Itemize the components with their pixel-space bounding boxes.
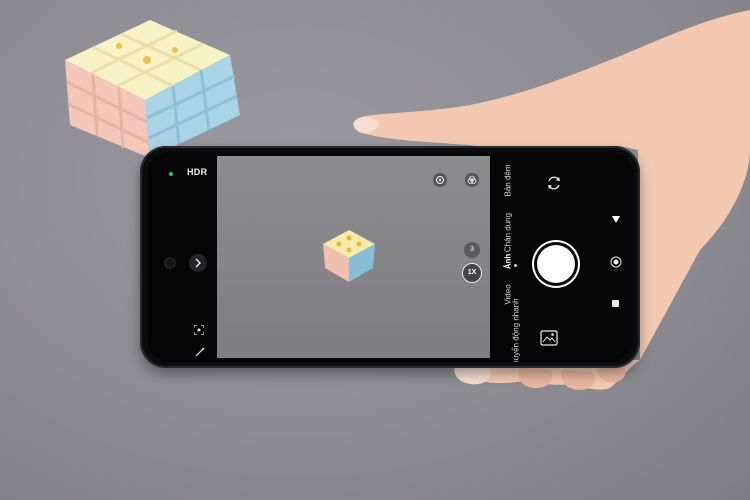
magic-wand-icon[interactable] [195, 347, 205, 357]
front-camera-lens [164, 257, 176, 269]
stop-icon[interactable] [612, 300, 619, 307]
triangle-menu-icon[interactable] [611, 214, 621, 224]
rubiks-cube-preview [323, 230, 375, 282]
hdr-toggle[interactable]: HDR [187, 167, 207, 177]
mode-night[interactable]: Bản đêm [504, 159, 513, 203]
record-icon[interactable] [610, 256, 622, 268]
color-filter-icon[interactable] [465, 173, 479, 187]
photo-scene: HDR 3 1X Bản đêm Chân dung Ảnh Video Chu… [0, 0, 750, 500]
active-mode-indicator [514, 264, 517, 267]
rotate-camera-icon[interactable] [546, 175, 562, 191]
lens-filter-icon[interactable] [433, 173, 447, 187]
camera-app-screen: HDR 3 1X Bản đêm Chân dung Ảnh Video Chu… [147, 152, 633, 362]
gallery-icon[interactable] [540, 330, 558, 346]
camera-viewfinder[interactable]: 3 1X [217, 156, 490, 358]
focus-frame-icon[interactable] [194, 325, 204, 335]
shutter-button[interactable] [537, 245, 575, 283]
zoom-option-1x[interactable]: 1X [462, 263, 482, 283]
mode-fast-motion[interactable]: Chuyển động nhanh [512, 298, 521, 362]
expand-settings-button[interactable] [189, 254, 207, 272]
chevron-right-icon [195, 258, 202, 268]
smartphone: HDR 3 1X Bản đêm Chân dung Ảnh Video Chu… [140, 146, 640, 368]
zoom-option-3x[interactable]: 3 [464, 242, 480, 258]
status-indicator-dot [169, 172, 173, 176]
